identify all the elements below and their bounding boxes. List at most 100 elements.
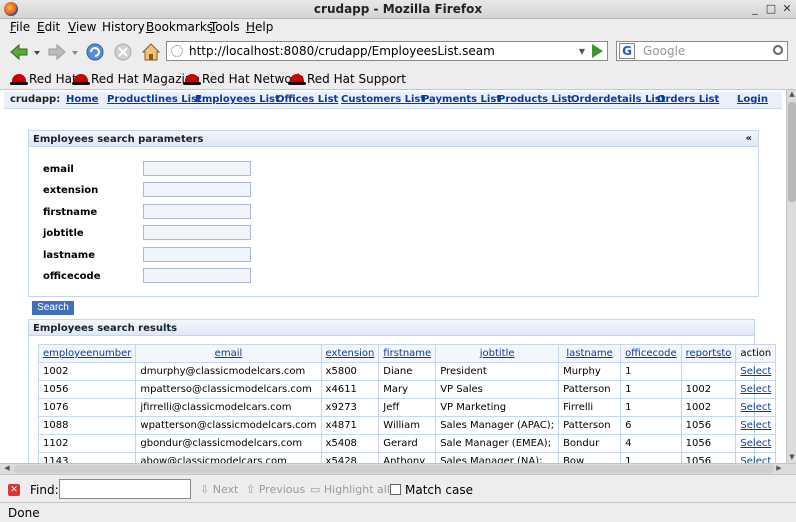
search-box[interactable]: G Google [616,41,788,61]
nav-offices-list[interactable]: Offices List [276,94,338,105]
menu-view[interactable]: View [68,20,96,34]
cell-jobtitle: VP Marketing [435,398,560,417]
scroll-right-icon[interactable]: ▶ [774,464,784,474]
bookmark-red-hat[interactable]: Red Hat [10,72,77,86]
url-dropdown-icon[interactable]: ▼ [579,47,585,56]
scroll-up-icon[interactable]: ▲ [787,90,796,100]
menu-tools[interactable]: Tools [210,20,240,34]
nav-employees-list[interactable]: Employees List [195,94,280,105]
menu-bookmarks[interactable]: Bookmarks [146,20,213,34]
scroll-left-icon[interactable]: ◀ [2,464,12,474]
site-identity-icon[interactable] [171,45,183,57]
url-bar[interactable]: http://localhost:8080/crudapp/EmployeesL… [166,41,608,61]
maximize-icon[interactable]: □ [764,2,778,16]
lastname-field[interactable] [143,247,251,262]
col-officecode[interactable]: officecode [620,344,682,363]
back-icon[interactable] [8,41,30,63]
match-case-label[interactable]: Match case [405,483,473,497]
nav-payments-list[interactable]: Payments List [422,94,501,105]
col-firstname[interactable]: firstname [378,344,437,363]
cell-firstname: Diane [378,362,437,381]
col-lastname[interactable]: lastname [558,344,622,363]
match-case-checkbox[interactable] [390,484,401,495]
select-link[interactable]: Select [735,416,777,435]
redhat-icon [10,74,28,85]
collapse-icon[interactable]: « [746,133,752,144]
firstname-field[interactable] [143,204,251,219]
table-row: 1143 abow@classicmodelcars.com x5428 Ant… [37,452,777,463]
cell-extension: x5408 [320,434,380,453]
find-previous-button[interactable]: ⇧ Previous [246,483,305,496]
table-row: 1076 jfirrelli@classicmodelcars.com x927… [37,398,777,417]
table-row: 1102 gbondur@classicmodelcars.com x5408 … [37,434,777,453]
cell-reportsto: 1056 [680,416,737,435]
table-row: 1002 dmurphy@classicmodelcars.com x5800 … [37,362,777,381]
select-link[interactable]: Select [735,398,777,417]
table-row: 1056 mpatterso@classicmodelcars.com x461… [37,380,777,399]
label-officecode: officecode [43,271,101,282]
col-jobtitle[interactable]: jobtitle [435,344,560,363]
select-link[interactable]: Select [735,362,777,381]
forward-dropdown-icon[interactable] [70,41,80,63]
menu-edit[interactable]: Edit [37,20,60,34]
cell-jobtitle: Sales Manager (APAC); [435,416,560,435]
back-dropdown-icon[interactable] [32,41,42,63]
cell-reportsto: 1056 [680,452,737,463]
vertical-scrollbar[interactable]: ▲ ▼ [786,90,796,463]
horizontal-scroll-thumb[interactable] [14,465,774,473]
email-field[interactable] [143,161,251,176]
menu-file[interactable]: File [10,20,30,34]
window-titlebar: crudapp - Mozilla Firefox _ □ ✕ [0,0,796,19]
close-find-icon[interactable]: ✕ [8,484,20,496]
close-icon[interactable]: ✕ [780,2,794,16]
find-input[interactable] [59,479,191,499]
nav-orderdetails-list[interactable]: Orderdetails List [571,94,666,105]
bookmark-red-hat-network[interactable]: Red Hat Network [183,72,304,86]
vertical-scroll-thumb[interactable] [788,102,796,202]
go-icon[interactable] [592,44,603,58]
jobtitle-field[interactable] [143,225,251,240]
nav-orders-list[interactable]: Orders List [657,94,719,105]
col-extension[interactable]: extension [320,344,380,363]
menu-history[interactable]: History [102,20,145,34]
col-action: action [735,344,777,363]
col-employeenumber[interactable]: employeenumber [37,344,137,363]
select-link[interactable]: Select [735,452,777,463]
bookmark-red-hat-magazine[interactable]: Red Hat Magazine [72,72,200,86]
nav-productlines-list[interactable]: Productlines List [107,94,202,105]
nav-customers-list[interactable]: Customers List [341,94,425,105]
cell-officecode: 1 [620,380,682,399]
officecode-field[interactable] [143,268,251,283]
nav-login[interactable]: Login [737,94,768,105]
menu-bar: File Edit View History Bookmarks Tools H… [0,19,796,37]
stop-icon[interactable] [112,41,134,63]
url-text[interactable]: http://localhost:8080/crudapp/EmployeesL… [189,44,495,58]
col-email[interactable]: email [135,344,322,363]
nav-products-list[interactable]: Products List [498,94,572,105]
search-button[interactable]: Search [32,301,74,315]
horizontal-scrollbar[interactable]: ◀ ▶ [0,463,796,474]
search-engine-icon[interactable]: G [619,43,635,59]
search-placeholder[interactable]: Google [643,44,685,58]
label-email: email [43,164,74,175]
cell-firstname: Mary [378,380,437,399]
find-next-button[interactable]: ⇩ Next [200,483,238,496]
cell-jobtitle: President [435,362,560,381]
highlight-all-button[interactable]: ▭ Highlight all [310,483,390,496]
cell-email: wpatterson@classicmodelcars.com [135,416,322,435]
bookmark-red-hat-support[interactable]: Red Hat Support [288,72,406,86]
bookmarks-toolbar: Red Hat Red Hat Magazine Red Hat Network… [0,67,796,90]
minimize-icon[interactable]: _ [748,2,762,16]
menu-help[interactable]: Help [246,20,273,34]
select-link[interactable]: Select [735,434,777,453]
forward-icon[interactable] [46,41,68,63]
reload-icon[interactable] [84,41,106,63]
cell-email: gbondur@classicmodelcars.com [135,434,322,453]
nav-home[interactable]: Home [66,94,98,105]
scroll-down-icon[interactable]: ▼ [787,453,796,463]
col-reportsto[interactable]: reportsto [680,344,737,363]
extension-field[interactable] [143,182,251,197]
select-link[interactable]: Select [735,380,777,399]
home-icon[interactable] [140,41,162,63]
search-icon[interactable] [773,45,783,55]
